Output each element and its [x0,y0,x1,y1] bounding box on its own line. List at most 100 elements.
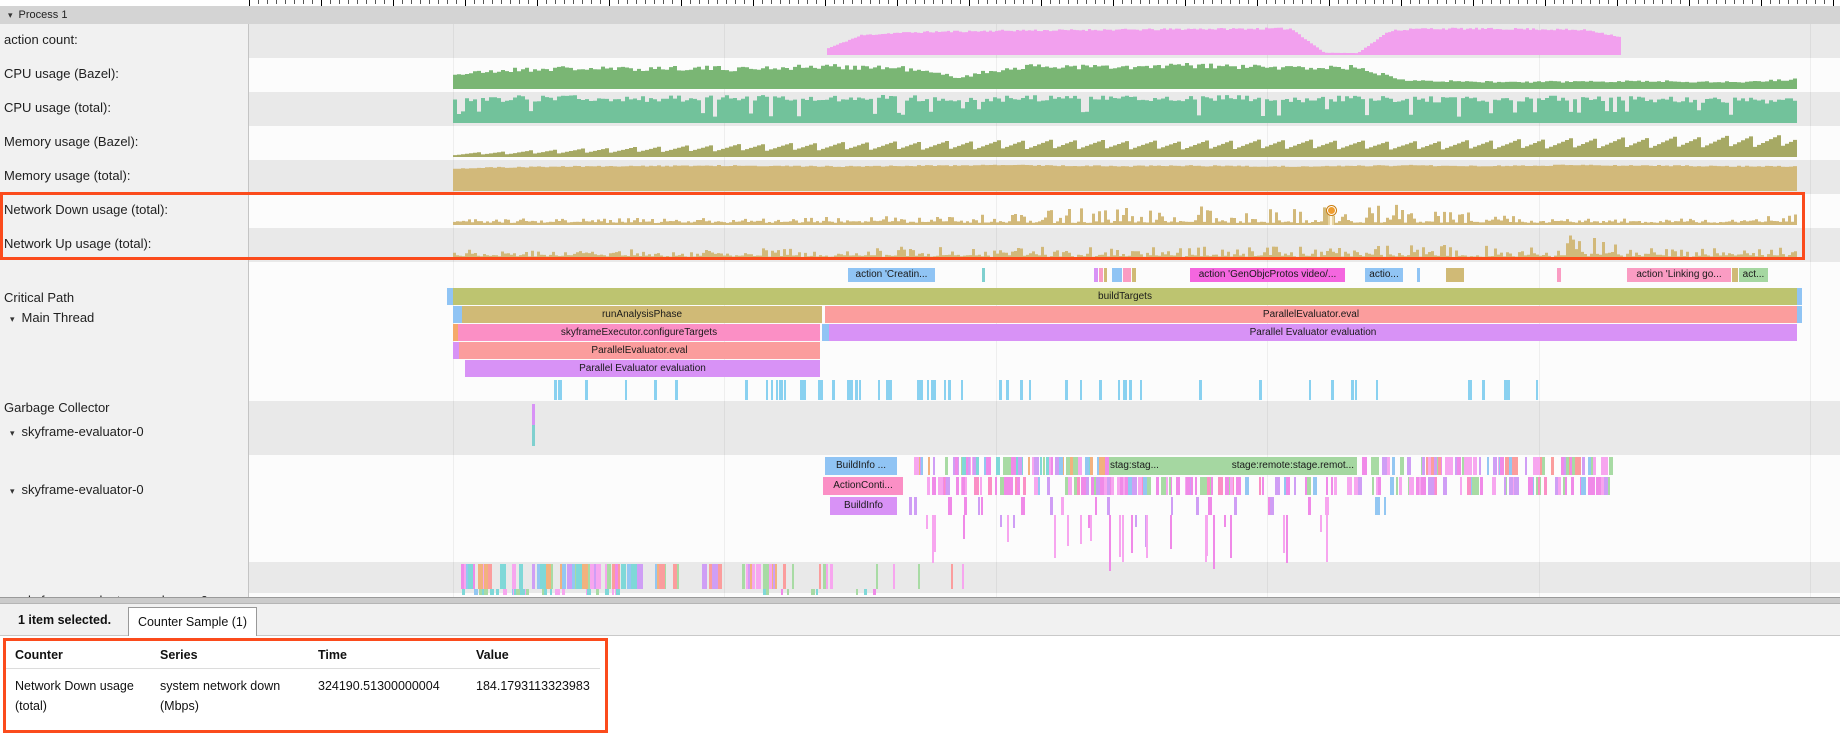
collapse-triangle-icon[interactable]: ▾ [8,6,13,24]
sk2-rowA-dense2[interactable] [1593,457,1596,475]
gc-ticks-cluster[interactable] [804,380,807,400]
gc-ticks[interactable] [766,380,768,400]
critical-path-slice[interactable] [1732,268,1738,282]
gc-ticks[interactable] [1355,380,1357,400]
cpuheavy-sub1[interactable] [562,589,565,595]
gc-ticks[interactable] [1099,380,1103,400]
cpuheavy-mid[interactable] [714,564,718,589]
skyframe2-drip[interactable] [1080,515,1082,544]
sk2-rowA-dense2[interactable] [1533,457,1538,475]
gc-ticks[interactable] [1309,380,1312,400]
main-thread-row1-slice[interactable]: runAnalysisPhase [462,306,822,323]
gc-ticks[interactable] [1376,380,1379,400]
sk2-rowB-dense[interactable] [1538,477,1540,495]
cpuheavy-dense1[interactable] [605,564,607,589]
sk2-rowA-dense1[interactable] [1040,457,1042,475]
sk2-rowA-dense1[interactable] [962,457,965,475]
cpuheavy-sub1[interactable] [616,589,620,595]
gc-ticks[interactable] [1123,380,1127,400]
sk2-rowB-dense[interactable] [1082,477,1085,495]
sk2-rowB-dense[interactable] [1225,477,1228,495]
sk2-rowB-dense[interactable] [980,477,982,495]
sk2-rowB-dense[interactable] [1186,477,1190,495]
sk2-rowA-pre[interactable] [921,457,923,475]
sk2-rowA-dense2[interactable] [1392,457,1396,475]
main-thread-row2-slice[interactable]: Parallel Evaluator evaluation [829,324,1797,341]
sk2-rowB-dense[interactable] [1378,477,1381,495]
gc-ticks-cluster[interactable] [832,380,835,400]
sk2-rowB-dense[interactable] [1460,477,1462,495]
main-thread-row2-slice[interactable] [822,324,829,341]
sk2-rowB-dense[interactable] [1544,477,1548,495]
sk2-rowB-dense[interactable] [1147,477,1151,495]
sk2-rowC-sparse[interactable] [1378,497,1381,515]
sk2-rowA-dense2[interactable] [1422,457,1426,475]
sk2-rowB-dense[interactable] [1334,477,1337,495]
sk2-rowC-sparse[interactable] [1308,497,1311,515]
sk2-rowB-dense[interactable] [1307,477,1311,495]
skyframe2-drip[interactable] [1090,515,1092,541]
skyframe2-drip[interactable] [1146,515,1148,558]
sk2-rowB-dense[interactable] [946,477,950,495]
main-thread-row4-slice[interactable]: Parallel Evaluator evaluation [465,360,820,377]
cpuheavy-sparse[interactable] [830,564,833,589]
sk2-rowA-dense2[interactable] [1400,457,1405,475]
sk2-rowB-dense[interactable] [1245,477,1249,495]
sk2-rowA-dense2[interactable] [1468,457,1472,475]
sk2-rowB-dense[interactable] [1421,477,1426,495]
sk2-rowB-dense[interactable] [1111,477,1114,495]
sk2-rowB-dense[interactable] [1156,477,1159,495]
sk2-rowB-dense[interactable] [988,477,992,495]
sk2-rowB-dense[interactable] [1504,477,1506,495]
sk2-rowA-dense1[interactable] [1055,457,1059,475]
skyframe2-drip[interactable] [1135,515,1137,527]
sk2-rowA-dense2[interactable] [1525,457,1528,475]
skyframe2-slice[interactable]: BuildInfo ... [825,457,897,475]
sk2-rowB-dense[interactable] [1590,477,1595,495]
sk2-rowA-dense1[interactable] [1090,457,1093,475]
counter-chart-memory-usage-total-[interactable] [453,163,1797,191]
gc-ticks[interactable] [1129,380,1131,400]
sk2-rowB-dense[interactable] [995,477,998,495]
cpuheavy-sub1[interactable] [612,589,615,595]
gc-ticks[interactable] [776,380,778,400]
sk2-rowC-sparse[interactable] [948,497,951,515]
cpuheavy-dense1[interactable] [488,564,491,589]
skyframe2-drip[interactable] [1320,515,1322,532]
gc-ticks-cluster[interactable] [848,380,850,400]
table-cell-value[interactable]: 184.1793113323983 [476,676,590,696]
critical-path-slice[interactable] [1557,268,1561,282]
thread-label-3[interactable]: ▾skyframe-evaluator-0 [10,424,144,439]
skyframe2-slice[interactable]: BuildInfo [830,497,897,515]
sk2-rowB-dense[interactable] [1117,477,1120,495]
sk2-rowB-dense[interactable] [1161,477,1166,495]
cpuheavy-sub2[interactable] [787,589,789,595]
counter-chart-action-count[interactable] [827,27,1621,55]
gc-ticks[interactable] [1331,380,1334,400]
cpuheavy-sub1[interactable] [479,589,482,595]
sk2-rowA-dense2[interactable] [1582,457,1585,475]
cpuheavy-dense1[interactable] [621,564,626,589]
gc-ticks[interactable] [999,380,1003,400]
skyframe2-drip[interactable] [1224,515,1226,527]
cpuheavy-dense2[interactable] [758,564,762,589]
sk2-rowA-dense1[interactable] [946,457,948,475]
sk2-rowB-dense[interactable] [1396,477,1398,495]
sk2-rowB-dense[interactable] [1509,477,1513,495]
sk2-rowA-dense1[interactable] [1078,457,1082,475]
cpuheavy-dense1[interactable] [659,564,665,589]
skyframe2-drip[interactable] [926,515,928,529]
cpuheavy-sub1[interactable] [550,589,553,595]
cpuheavy-sub2[interactable] [856,589,858,595]
cpuheavy-dense1[interactable] [478,564,483,589]
tab-counter-sample[interactable]: Counter Sample (1) [128,607,257,637]
sk2-rowA-dense2[interactable] [1407,457,1410,475]
sk2-rowA-pre[interactable] [928,457,930,475]
collapse-triangle-icon[interactable]: ▾ [10,428,15,438]
sk2-rowB-dense[interactable] [1571,477,1575,495]
counter-chart-network-down-usage-total-[interactable] [453,197,1797,225]
critical-path-slice[interactable]: action 'Creatin... [848,268,935,282]
table-cell-series[interactable]: system network down(Mbps) [160,676,280,716]
sk2-rowC-sparse[interactable] [1325,497,1329,515]
cpuheavy-sub1[interactable] [544,589,547,595]
